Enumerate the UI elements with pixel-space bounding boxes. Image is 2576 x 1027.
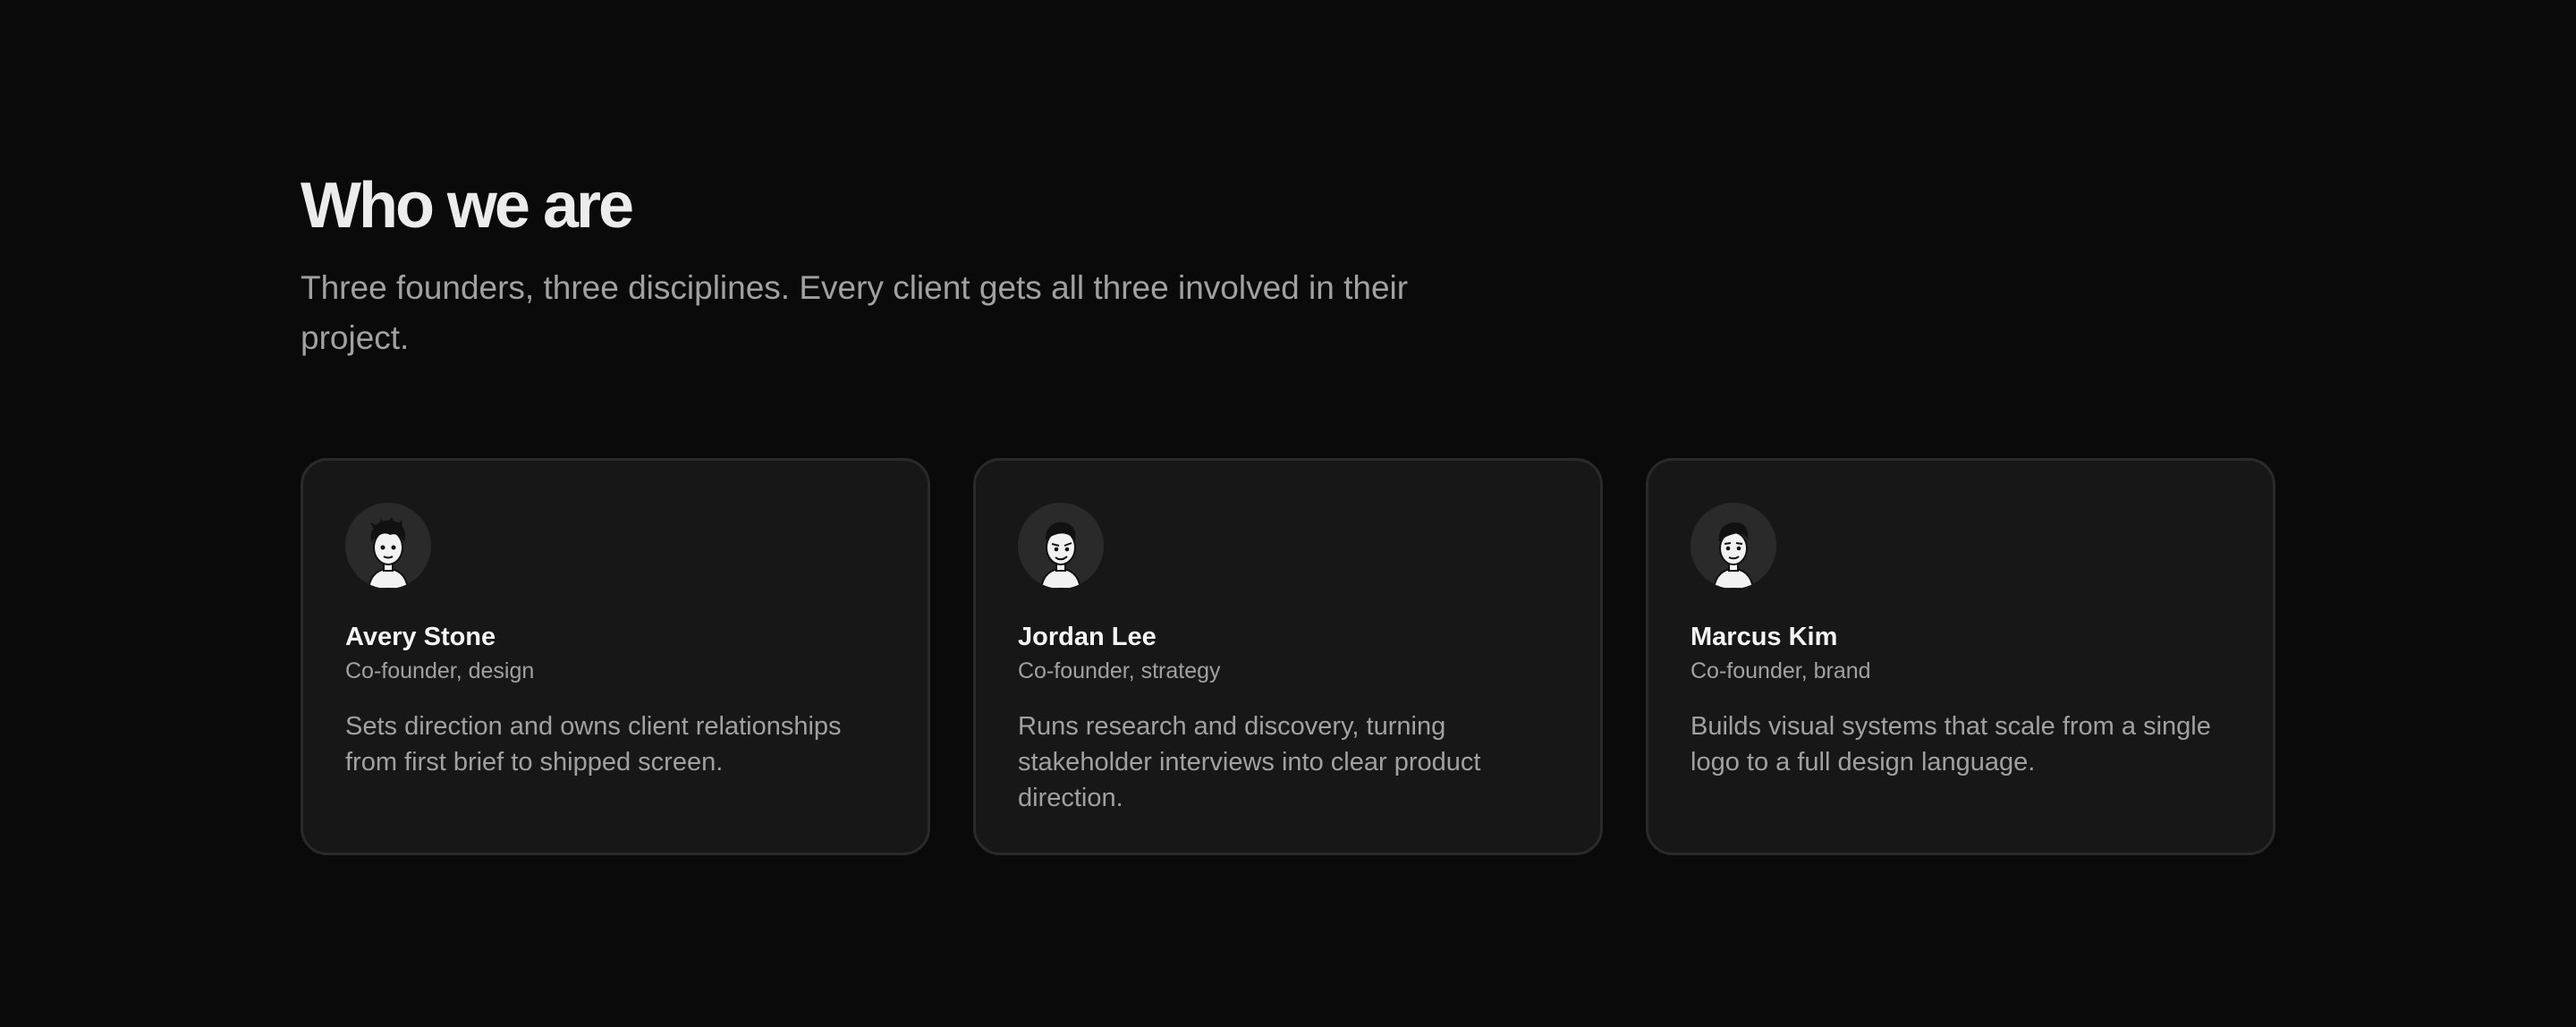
- avatar: [345, 503, 431, 589]
- founder-bio: Sets direction and owns client relations…: [345, 712, 842, 777]
- section-title: Who we are: [301, 170, 634, 242]
- founder-name: Avery Stone: [345, 623, 496, 651]
- founder-bio: Runs research and discovery, turning sta…: [1018, 712, 1481, 812]
- avatar: [1018, 503, 1104, 589]
- avatar-illustration-icon: [1039, 522, 1082, 589]
- founder-card: Jordan Lee Co-founder, strategy Runs res…: [973, 458, 1603, 855]
- section-subtitle: Three founders, three disciplines. Every…: [301, 269, 1409, 356]
- founder-name: Jordan Lee: [1018, 623, 1157, 651]
- who-we-are-section: Who we are Three founders, three discipl…: [301, 166, 2277, 855]
- avatar-illustration-icon: [367, 517, 410, 589]
- founder-card: Marcus Kim Co-founder, brand Builds visu…: [1646, 458, 2275, 855]
- founder-role: Co-founder, brand: [1690, 658, 1871, 683]
- founder-bio: Builds visual systems that scale from a …: [1690, 712, 2211, 777]
- avatar-illustration-icon: [1712, 522, 1755, 589]
- founder-role: Co-founder, design: [345, 658, 535, 683]
- avatar: [1690, 503, 1776, 589]
- founder-cards: Avery Stone Co-founder, design Sets dire…: [301, 458, 2275, 855]
- founder-card: Avery Stone Co-founder, design Sets dire…: [301, 458, 930, 855]
- founder-role: Co-founder, strategy: [1018, 658, 1221, 683]
- founder-name: Marcus Kim: [1690, 623, 1838, 651]
